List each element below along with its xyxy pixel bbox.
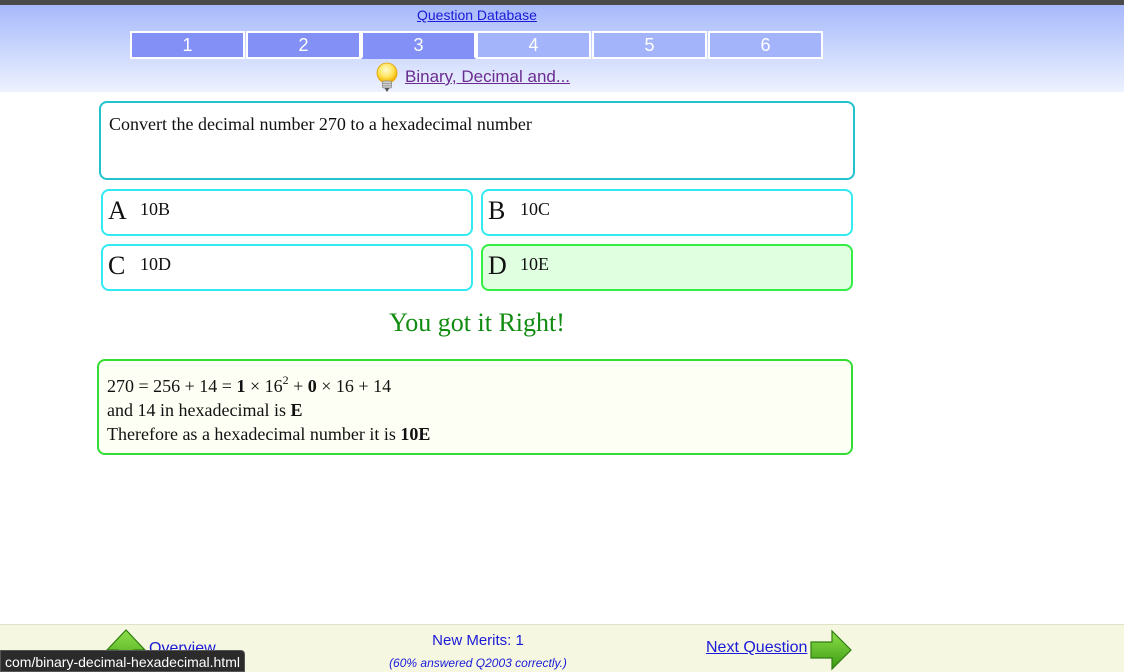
explanation-box: 270 = 256 + 14 = 1 × 162 + 0 × 16 + 14 a… <box>97 359 853 455</box>
answer-letter: D <box>488 251 507 280</box>
tab-question-1[interactable]: 1 <box>130 31 245 59</box>
answer-option-a[interactable]: A 10B <box>101 189 473 236</box>
explanation-bold-digit: 0 <box>307 376 317 396</box>
header: Question Database 1 2 3 4 5 6 Binary, De… <box>0 5 1124 92</box>
explanation-bold-value: 10E <box>400 424 431 444</box>
result-message: You got it Right! <box>389 308 565 337</box>
question-box: Convert the decimal number 270 to a hexa… <box>99 101 855 180</box>
explanation-line-1: 270 = 256 + 14 = 1 × 162 + 0 × 16 + 14 <box>107 374 843 398</box>
explanation-text: and 14 in hexadecimal is <box>107 400 291 420</box>
lightbulb-icon <box>376 62 398 92</box>
topic-link[interactable]: Binary, Decimal and... <box>405 67 570 87</box>
answer-letter: C <box>108 251 126 280</box>
status-bar-url: com/binary-decimal-hexadecimal.html <box>0 650 245 672</box>
explanation-line-3: Therefore as a hexadecimal number it is … <box>107 422 843 446</box>
explanation-line-2: and 14 in hexadecimal is E <box>107 398 843 422</box>
tab-question-3[interactable]: 3 <box>361 31 476 59</box>
new-merits-count: New Merits: 1 <box>432 632 524 649</box>
answer-text: 10B <box>140 199 171 219</box>
tab-question-5[interactable]: 5 <box>592 31 707 59</box>
answer-text: 10C <box>520 199 551 219</box>
explanation-text: 270 = 256 + 14 = <box>107 376 237 396</box>
answer-statistics: (60% answered Q2003 correctly.) <box>389 656 567 670</box>
tab-question-4[interactable]: 4 <box>476 31 591 59</box>
tab-question-6[interactable]: 6 <box>708 31 823 59</box>
answer-text: 10D <box>140 254 171 274</box>
answer-option-b[interactable]: B 10C <box>481 189 853 236</box>
answer-option-d[interactable]: D 10E <box>481 244 853 291</box>
right-arrow-icon[interactable] <box>810 629 852 671</box>
tab-question-2[interactable]: 2 <box>246 31 361 59</box>
explanation-bold-value: E <box>290 400 303 420</box>
question-text: Convert the decimal number 270 to a hexa… <box>109 114 532 134</box>
answer-option-c[interactable]: C 10D <box>101 244 473 291</box>
question-database-link[interactable]: Question Database <box>417 7 537 23</box>
answer-letter: A <box>108 196 127 225</box>
question-tabs: 1 2 3 4 5 6 <box>130 31 824 59</box>
explanation-text: + <box>288 376 308 396</box>
answer-letter: B <box>488 196 506 225</box>
next-question-link[interactable]: Next Question <box>706 639 807 657</box>
answer-text: 10E <box>520 254 549 274</box>
explanation-text: × 16 <box>245 376 283 396</box>
explanation-text: Therefore as a hexadecimal number it is <box>107 424 401 444</box>
explanation-text: × 16 + 14 <box>316 376 392 396</box>
